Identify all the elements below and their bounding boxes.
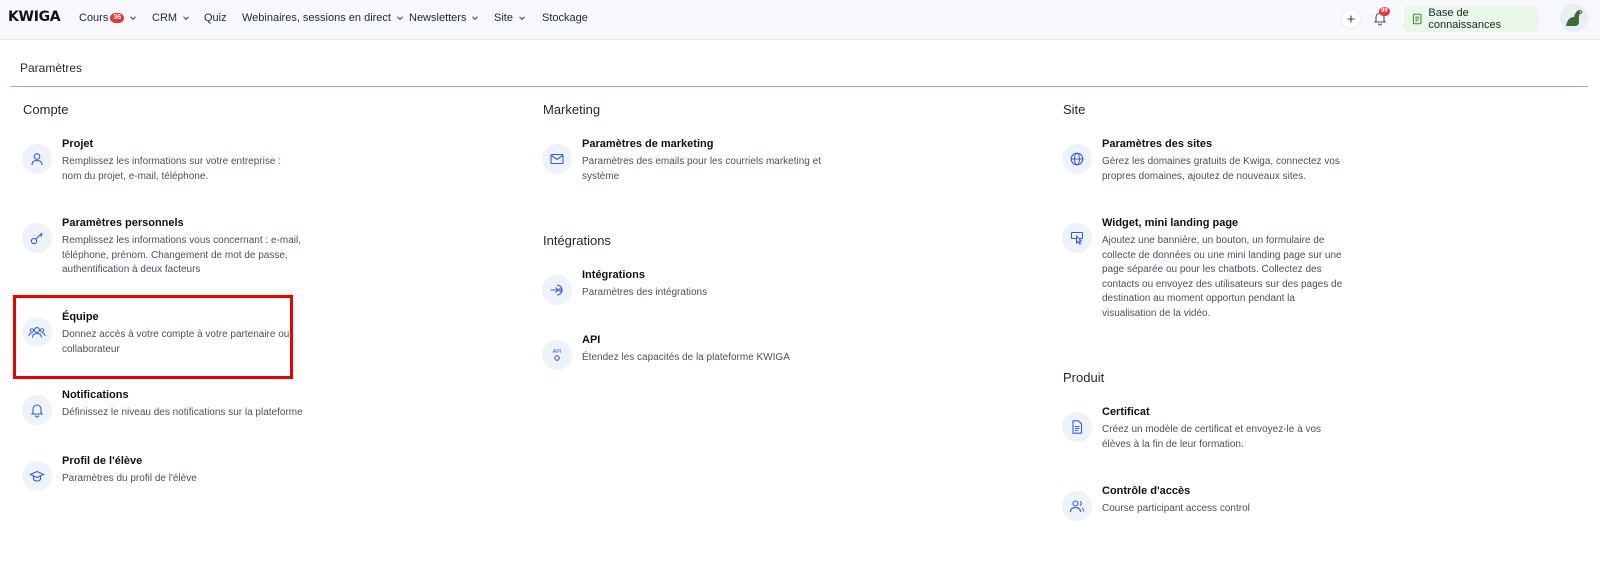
nav-quiz-label: Quiz (204, 12, 227, 24)
item-title: Certificat (1102, 406, 1150, 418)
item-title: Projet (62, 138, 94, 150)
item-description: Créez un modèle de certificat et envoyez… (1102, 424, 1321, 450)
icon-circle (1062, 144, 1092, 174)
certificate-icon (1072, 420, 1083, 434)
notifications-badge: 99 (1379, 7, 1390, 16)
item-description: Définissez le niveau des notifications s… (62, 407, 303, 418)
top-navigation-bar: KWIGA Cours 36 CRM Quiz Webinaires, sess… (0, 0, 1600, 40)
item-description: Paramètres du profil de l'élève (62, 473, 197, 484)
icon-circle (22, 461, 52, 491)
document-icon (1412, 13, 1422, 25)
nav-newsletters[interactable]: Newsletters (409, 12, 480, 24)
nav-crm-label: CRM (152, 12, 178, 24)
svg-text:API: API (553, 349, 562, 355)
nav-crm[interactable]: CRM (152, 12, 191, 24)
kwiga-logo[interactable]: KWIGA (8, 9, 61, 25)
globe-icon (1070, 152, 1084, 166)
mail-icon (550, 153, 564, 165)
nav-cours-label: Cours (79, 12, 109, 24)
icon-circle (22, 395, 52, 425)
item-title: Contrôle d'accès (1102, 485, 1191, 497)
access-control-icon (1069, 500, 1084, 513)
user-avatar[interactable] (1560, 4, 1588, 32)
icon-circle: API (542, 340, 572, 370)
team-icon (28, 327, 46, 338)
user-icon (31, 153, 43, 166)
icon-circle (1062, 412, 1092, 442)
api-icon: API (553, 349, 562, 361)
section-title-marketing: Marketing (543, 102, 601, 117)
add-button[interactable] (1341, 9, 1361, 29)
nav-stockage[interactable]: Stockage (542, 12, 588, 24)
plus-icon (1347, 15, 1355, 23)
section-title-integrations: Intégrations (543, 233, 611, 248)
key-icon (30, 232, 43, 245)
item-title: Équipe (62, 311, 99, 323)
bell-icon (30, 404, 44, 418)
section-title-compte: Compte (23, 102, 69, 117)
icon-circle (1062, 491, 1092, 521)
icon-circle (22, 144, 52, 174)
item-description: Gérez les domaines gratuits de Kwiga, co… (1102, 156, 1340, 182)
item-title: Paramètres de marketing (582, 138, 714, 150)
chevron-down-icon (397, 16, 403, 21)
item-description: Étendez les capacités de la plateforme K… (582, 352, 790, 363)
nav-newsletters-label: Newsletters (409, 12, 467, 24)
chevron-down-icon (183, 16, 189, 21)
nav-stockage-label: Stockage (542, 12, 588, 24)
section-title-produit: Produit (1063, 370, 1105, 385)
nav-site-label: Site (494, 12, 513, 24)
item-title: Paramètres personnels (62, 217, 184, 229)
item-title: Paramètres des sites (1102, 138, 1213, 150)
dinosaur-avatar-icon (1560, 4, 1588, 32)
nav-webinaires[interactable]: Webinaires, sessions en direct (242, 12, 405, 24)
item-title: Notifications (62, 389, 129, 401)
nav-site[interactable]: Site (494, 12, 527, 24)
chevron-down-icon (130, 16, 137, 21)
icon-circle (1062, 223, 1092, 253)
item-title: Intégrations (582, 269, 645, 281)
item-description: Course participant access control (1102, 503, 1250, 514)
item-description: Donnez accès à votre compte à votre part… (62, 329, 290, 355)
icon-circle (542, 275, 572, 305)
item-title: Widget, mini landing page (1102, 217, 1239, 229)
chevron-down-icon (472, 16, 479, 21)
integration-icon (550, 284, 563, 296)
section-title-site: Site (1063, 102, 1086, 117)
page-title: Paramètres (20, 61, 83, 75)
knowledge-base-button[interactable]: Base de connaissances (1404, 6, 1538, 32)
item-description: Remplissez les informations sur votre en… (62, 156, 281, 182)
item-description: Paramètres des intégrations (582, 287, 708, 298)
nav-webinaires-label: Webinaires, sessions en direct (242, 12, 391, 24)
knowledge-base-label: Base de connaissances (1428, 7, 1502, 31)
icon-circle (542, 144, 572, 174)
item-description: Ajoutez une bannière, un bouton, un form… (1102, 235, 1343, 319)
widget-icon (1070, 231, 1084, 245)
item-description: Remplissez les informations vous concern… (62, 235, 301, 276)
title-divider (10, 86, 1588, 87)
cours-count-badge: 36 (110, 13, 125, 23)
item-title: Profil de l'élève (62, 455, 143, 467)
chevron-down-icon (519, 16, 525, 21)
item-description: Paramètres des emails pour les courriels… (582, 156, 821, 182)
nav-cours[interactable]: Cours 36 (79, 12, 138, 24)
item-title: API (582, 334, 601, 346)
nav-quiz[interactable]: Quiz (204, 12, 227, 24)
graduation-cap-icon (29, 470, 45, 482)
icon-circle (22, 317, 52, 347)
icon-circle (22, 223, 52, 253)
